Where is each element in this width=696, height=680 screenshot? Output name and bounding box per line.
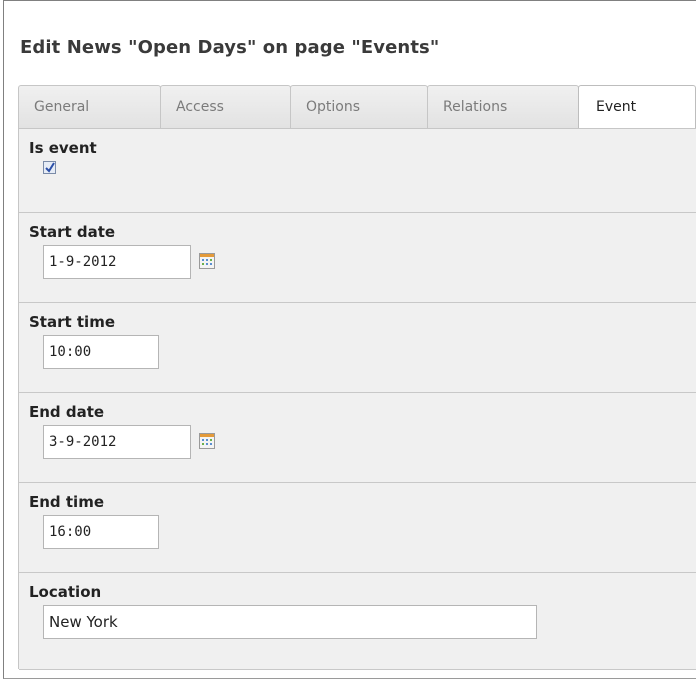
field-row-start-time: Start time 10:00	[19, 303, 696, 393]
edit-news-window: Edit News "Open Days" on page "Events" G…	[3, 0, 696, 679]
field-row-end-time: End time 16:00	[19, 483, 696, 573]
field-row-start-date: Start date 1-9-2012	[19, 213, 696, 303]
tab-relations[interactable]: Relations	[427, 85, 579, 128]
tab-bar: General Access Options Relations Event	[18, 85, 696, 130]
tab-label: General	[34, 99, 90, 115]
location-input[interactable]: New York	[43, 605, 537, 639]
checkmark-icon	[45, 162, 55, 173]
location-label: Location	[29, 583, 102, 601]
tab-options[interactable]: Options	[290, 85, 428, 128]
start-date-label: Start date	[29, 223, 116, 241]
is-event-label: Is event	[29, 139, 97, 157]
field-row-location: Location New York	[19, 573, 696, 670]
end-time-label: End time	[29, 493, 104, 511]
tab-label: Relations	[443, 99, 508, 115]
tab-label: Options	[306, 99, 361, 115]
end-date-input[interactable]: 3-9-2012	[43, 425, 191, 459]
tab-general[interactable]: General	[18, 85, 161, 128]
calendar-icon[interactable]	[199, 433, 215, 449]
field-row-is-event: Is event	[19, 129, 696, 213]
end-date-label: End date	[29, 403, 105, 421]
tab-event[interactable]: Event	[578, 85, 696, 130]
tab-access[interactable]: Access	[160, 85, 291, 128]
end-time-input[interactable]: 16:00	[43, 515, 159, 549]
event-tab-panel: Is event Start date 1-9-2012 Start time …	[18, 128, 696, 670]
start-time-label: Start time	[29, 313, 116, 331]
field-row-end-date: End date 3-9-2012	[19, 393, 696, 483]
start-time-input[interactable]: 10:00	[43, 335, 159, 369]
tab-label: Access	[176, 99, 224, 115]
page-title: Edit News "Open Days" on page "Events"	[20, 37, 440, 58]
is-event-checkbox[interactable]	[43, 161, 56, 174]
start-date-input[interactable]: 1-9-2012	[43, 245, 191, 279]
tab-label: Event	[596, 99, 637, 115]
calendar-icon[interactable]	[199, 253, 215, 269]
